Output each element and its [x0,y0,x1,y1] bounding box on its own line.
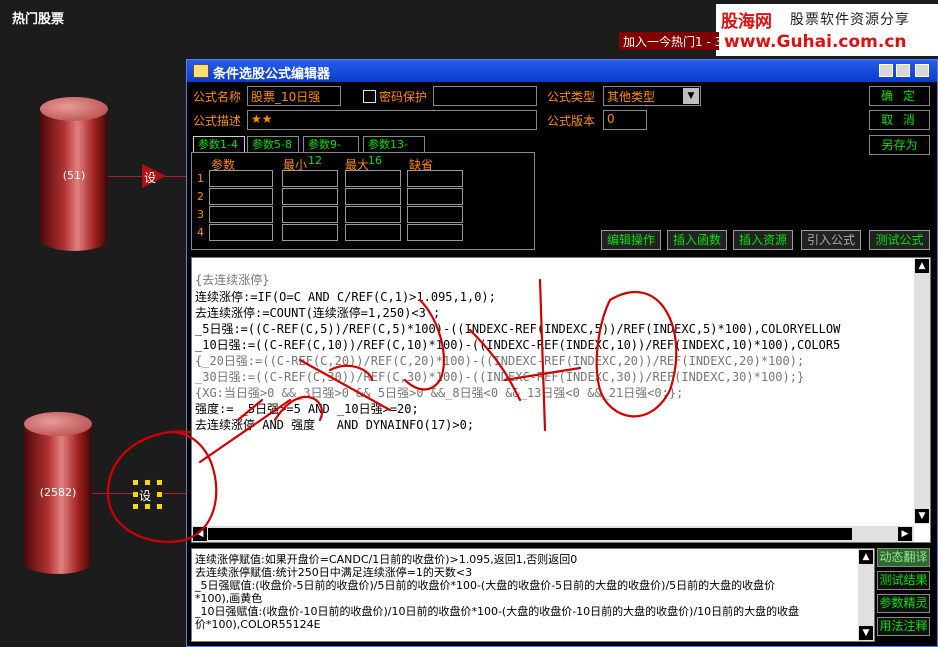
formula-notes-panel[interactable]: 连续涨停赋值:如果开盘价=CANDC/1日前的收盘价)>1.095,返回1,否则… [191,548,875,642]
code-line: _30日强:=((C-REF(C,30))/REF(C,30)*100)-((I… [195,370,805,384]
tab-params-5-8[interactable]: 参数5-8 [247,136,299,153]
close-icon[interactable] [915,64,929,77]
add-hot-stocks-tab[interactable]: 加入一今热门1 - 3 [619,32,719,50]
minimize-icon[interactable] [879,64,893,77]
formula-desc-label: 公式描述 [193,114,242,128]
dynamic-translate-button[interactable]: 动态翻译 [877,548,930,567]
param-name-cell[interactable] [209,170,273,187]
formula-name-input[interactable]: 股票_10日强 [247,86,341,106]
editor-vertical-scrollbar[interactable] [914,258,930,524]
logo-slogan: 股票软件资源分享 [790,12,910,28]
param-default-cell[interactable] [407,188,463,205]
code-line: {去连续涨停} [195,273,270,287]
insert-function-button[interactable]: 插入函数 [667,230,727,250]
code-line: {XG:当日强>0 &&_3日强>0 && 5日强>0 &&_8日强<0 &&_… [195,386,684,400]
param-name-cell[interactable] [209,224,273,241]
param-max-cell[interactable] [345,224,401,241]
tab-params-1-4[interactable]: 参数1-4 [193,136,245,153]
formula-version-input[interactable]: 0 [603,110,647,130]
formula-name-label: 公式名称 [193,90,242,104]
save-as-button[interactable]: 另存为 [869,135,930,155]
code-line: {_20日强:=((C-REF(C,20))/REF(C,20)*100)-((… [195,354,805,368]
note-line: 价*100),COLOR55124E [195,618,321,631]
usage-notes-button[interactable]: 用法注释 [877,617,930,636]
param-min-cell[interactable] [282,188,338,205]
param-row-number: 4 [197,226,204,239]
param-row-number: 2 [197,190,204,203]
password-input[interactable] [433,86,537,106]
node-count-label: (51) [62,169,86,182]
scroll-up-icon[interactable]: ▲ [859,550,873,564]
param-name-cell[interactable] [209,206,273,223]
logo-name: 股海网 [721,12,772,32]
tab-params-13-16[interactable]: 参数13-16 [363,136,425,167]
formula-version-label: 公式版本 [547,114,596,128]
code-line: 连续涨停:=IF(O=C AND C/REF(C,1)>1.095,1,0); [195,290,496,304]
set-button-label: 设 [139,489,152,503]
import-formula-button[interactable]: 引入公式 [801,230,861,250]
formula-code-editor[interactable]: {去连续涨停} 连续涨停:=IF(O=C AND C/REF(C,1)>1.09… [191,257,931,543]
test-result-button[interactable]: 测试结果 [877,571,930,590]
scroll-down-icon[interactable]: ▼ [859,626,873,640]
cancel-button[interactable]: 取 消 [869,110,930,130]
code-line: 去连续涨停 AND 强度 AND DYNAINFO(17)>0; [195,418,475,432]
app-icon [193,64,209,78]
scroll-up-icon[interactable]: ▲ [915,259,929,273]
password-checkbox[interactable] [363,90,376,103]
param-max-cell[interactable] [345,188,401,205]
tab-params-9-12[interactable]: 参数9-12 [303,136,359,167]
password-label: 密码保护 [379,90,428,104]
note-line: _5日强赋值:(收盘价-5日前的收盘价)/5日前的收盘价*100-(大盘的收盘价… [195,579,776,592]
code-line: 去连续涨停:=COUNT(连续涨停=1,250)<3 ; [195,306,441,320]
param-min-cell[interactable] [282,206,338,223]
param-default-cell[interactable] [407,206,463,223]
param-row-number: 3 [197,208,204,221]
dialog-title: 条件选股公式编辑器 [213,67,331,82]
formula-editor-dialog: 条件选股公式编辑器 公式名称 股票_10日强 密码保护 公式类型 其他类型 ▼ … [186,59,938,647]
scroll-down-icon[interactable]: ▼ [915,509,929,523]
scroll-thumb[interactable] [208,528,852,540]
param-max-cell[interactable] [345,170,401,187]
node-count-label: (2582) [39,486,77,499]
insert-resource-button[interactable]: 插入资源 [733,230,793,250]
stock-node-cylinder-1[interactable]: (51) [40,97,108,251]
formula-type-label: 公式类型 [547,90,596,104]
maximize-icon[interactable] [896,64,910,77]
page-title: 热门股票 [12,12,65,27]
stock-node-cylinder-2[interactable]: (2582) [24,412,92,574]
test-formula-button[interactable]: 测试公式 [869,230,930,250]
scroll-right-icon[interactable]: ▶ [898,527,912,541]
param-default-cell[interactable] [407,170,463,187]
param-default-cell[interactable] [407,224,463,241]
scroll-left-icon[interactable]: ◀ [193,527,207,541]
dialog-titlebar[interactable]: 条件选股公式编辑器 [187,60,937,82]
param-min-cell[interactable] [282,170,338,187]
param-name-cell[interactable] [209,188,273,205]
code-line: _10日强:=((C-REF(C,10))/REF(C,10)*100)-((I… [195,338,841,352]
ok-button[interactable]: 确 定 [869,86,930,106]
code-line: 强度:= _5日强>=5 AND _10日强>=20; [195,402,419,416]
param-min-cell[interactable] [282,224,338,241]
param-row-number: 1 [197,172,204,185]
param-max-cell[interactable] [345,206,401,223]
set-button-label: 设 [144,171,157,185]
param-wizard-button[interactable]: 参数精灵 [877,594,930,613]
logo-url: www.Guhai.com.cn [724,32,907,52]
edit-operation-button[interactable]: 编辑操作 [601,230,661,250]
chevron-down-icon[interactable]: ▼ [683,88,699,104]
code-line: _5日强:=((C-REF(C,5))/REF(C,5)*100)-((INDE… [195,322,841,336]
formula-desc-input[interactable]: ★★ [247,110,537,130]
